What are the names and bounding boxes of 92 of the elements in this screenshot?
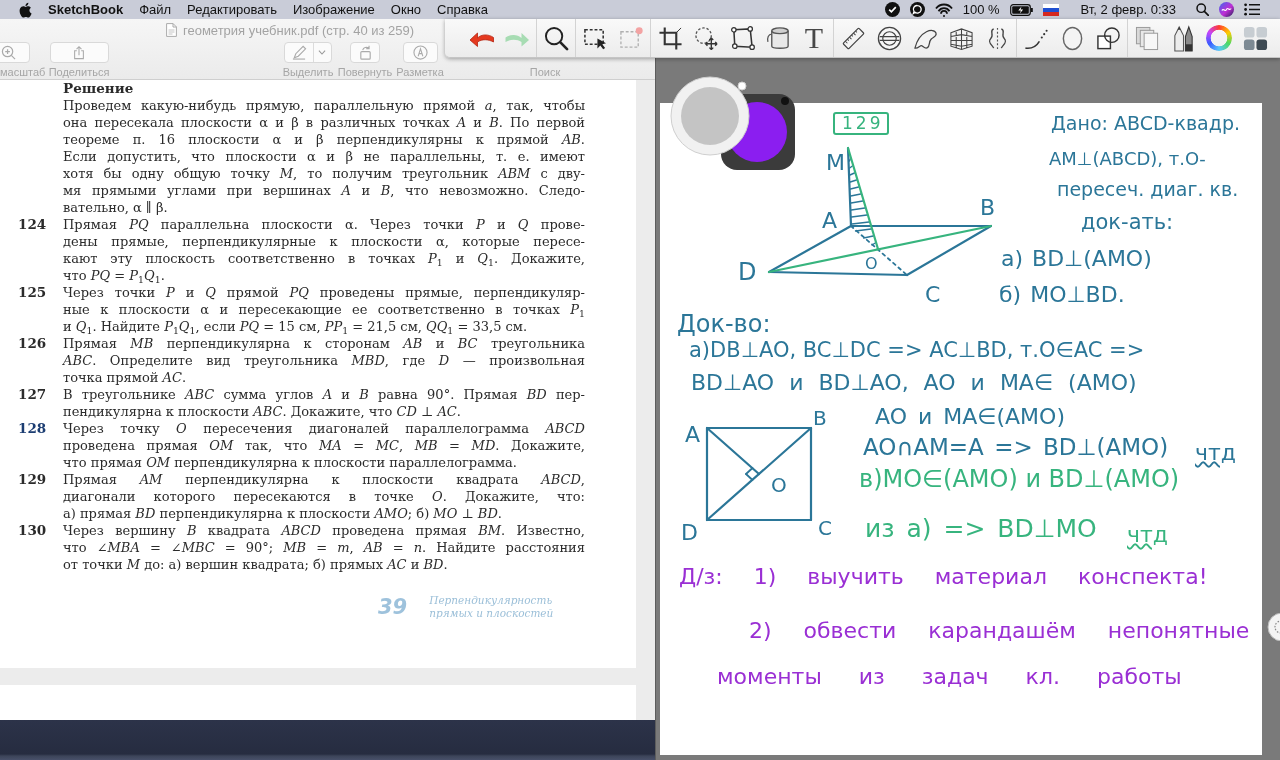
ellipse-guide-icon[interactable] (876, 25, 902, 51)
color-puck-icon[interactable] (670, 75, 795, 170)
problem-text: Через точку O пересечения диагоналей параллелограмма ABCD проведена прямая OM так, что MA = MC, MB = MD. Докажите, что прямая OM перпендикулярна к плоскости параллелограмма. (63, 420, 585, 471)
rotate-icon (357, 45, 373, 60)
menu-item[interactable]: Справка (437, 1, 489, 18)
toolbar-label: Поиск (529, 66, 561, 78)
text-tool[interactable]: T (804, 23, 824, 53)
handwritten-note: AM⊥(ABCD), т.О- (1049, 147, 1206, 171)
color-wheel-icon[interactable] (1206, 25, 1232, 51)
toolbar-label: масштаб (0, 66, 46, 78)
point-label: O (771, 473, 787, 497)
pen-circle-icon (412, 45, 428, 60)
list-icon[interactable] (1244, 3, 1260, 16)
handwritten-note: Док-во: (677, 309, 771, 340)
toolbar-label: Разметка (396, 66, 444, 78)
problem-text: В треугольнике ABC сумма углов A и B равна 90°. Прямая BD пер- пендикулярна к плоскости ABC. Докажите, что CD ⊥ AC. (63, 386, 585, 420)
page-number: 39 (378, 595, 408, 619)
handwritten-note: пересеч. диаг. кв. (1057, 177, 1239, 202)
handwritten-note: Дано: ABCD-квадр. (1051, 111, 1240, 136)
zoom-in-icon (0, 45, 16, 60)
toolbar-label: Выделить (282, 66, 334, 78)
battery-percentage: 100 % (962, 1, 1000, 18)
handwritten-note: чтд (1127, 521, 1169, 549)
paint-can-icon[interactable] (765, 25, 791, 51)
wifi-icon[interactable] (934, 2, 953, 17)
menu-item[interactable]: Файл (139, 1, 172, 18)
handwritten-note: а)DB⊥AO, BC⊥DC => AC⊥BD, т.O∈AC => (689, 337, 1145, 364)
caret-icon (317, 50, 326, 55)
problem-number: 128 (18, 420, 48, 438)
problem-text: Прямая MB перпендикулярна к сторонам AB и BC треугольника ABC. Определите вид треугольника MBD, где D — произвольная точка прямой AC. (63, 335, 585, 386)
section-heading: Решение (63, 80, 134, 97)
problem-text: Прямая AM перпендикулярна к плоскости квадрата ABCD, диагонали которого пересекаются в точке O. Докажите, что: а) прямая BD перпендикулярна к плоскости AMO; б) MO ⊥ BD. (63, 471, 585, 522)
point-label: A (685, 422, 701, 447)
share-icon (72, 45, 86, 60)
handwritten-note: док-ать: (1081, 209, 1174, 236)
handwritten-note: AO∩AM=A => BD⊥(AMO) (863, 433, 1169, 462)
handwritten-note: чтд (1195, 439, 1237, 467)
point-label: D (681, 520, 698, 545)
problem-number: 130 (18, 522, 48, 540)
problem-text: Прямая PQ параллельна плоскости α. Через точки P и Q прове- дены прямые, перпендикулярные к плоскости α, которые пересе- кают эту плоскость соответственно в точках P$_{1}$ и Q$_{1}$. Докажите, что PQ = P$_{1}$Q$_{1}$. (63, 216, 585, 284)
toolbar-label: Поделиться (48, 66, 110, 78)
menu-item[interactable]: Редактировать (187, 1, 277, 18)
problem-number-tag: 129 (833, 112, 890, 135)
problem-text: Через вершину B квадрата ABCD проведена прямая BM. Известно, что ∠MBA = ∠MBC = 90°; MB = m, AB = n. Найдите расстояния от точки M до: а) вершин квадрата; б) прямых AC и BD. (63, 522, 585, 573)
flag-icon[interactable] (1042, 3, 1059, 16)
document-icon (166, 23, 177, 37)
perspective-grid-icon[interactable] (948, 25, 974, 51)
handwritten-note: AO и MA∈(AMO) (875, 403, 1065, 431)
point-label: C (925, 282, 941, 307)
search-icon[interactable] (543, 25, 569, 51)
lasso-move-icon[interactable] (693, 25, 719, 51)
point-label: B (813, 406, 827, 430)
orb-icon[interactable] (1219, 2, 1234, 17)
point-label: A (822, 208, 838, 233)
pen-icon (290, 45, 307, 60)
problem-number: 127 (18, 386, 48, 404)
point-label: D (738, 258, 757, 286)
problem-number: 126 (18, 335, 48, 353)
apple-icon[interactable] (19, 1, 32, 18)
problem-number: 125 (18, 284, 48, 302)
menu-item[interactable]: Окно (390, 1, 422, 18)
handwritten-note: 2) обвести карандашём непонятные (749, 617, 1250, 645)
handwritten-note: в)MO∈(AMO) и BD⊥(AMO) (859, 464, 1180, 495)
solution-text: Проведем какую-нибудь прямую, параллельную прямой a, так, чтобы она пересекала плоскости α и β в различных точках A и B. По первой теореме п. 16 плоскости α и β перпендикулярны к прямой AB. Если допустить, что плоскости α и β не параллельны, т. е. имеют хотя бы одну общую точку M, то получим треугольник ABM с дву- мя прямыми углами при вершинах A и B, что невозможно. Следо- вательно, α ∥ β. (63, 97, 585, 216)
handwritten-note: б) MO⊥BD. (999, 281, 1125, 309)
handwritten-note: Д/з: 1) выучить материал конспекта! (679, 563, 1208, 591)
edge-handle-icon[interactable] (1266, 612, 1280, 642)
problem-number: 129 (18, 471, 48, 489)
transform-icon[interactable] (729, 25, 755, 51)
crop-icon[interactable] (657, 25, 683, 51)
menu-item[interactable]: Изображение (292, 1, 375, 18)
grid-squares-icon[interactable] (1242, 25, 1268, 51)
point-label: B (980, 195, 996, 220)
point-label: O (865, 254, 878, 273)
battery-icon[interactable] (1009, 3, 1033, 16)
point-label: C (818, 516, 832, 540)
toolbar-label: Повернуть (337, 66, 393, 78)
check-circle-icon[interactable] (884, 2, 900, 17)
handwritten-note: моменты из задач кл. работы (717, 663, 1182, 691)
search-icon[interactable] (1196, 3, 1209, 16)
shapes-icon[interactable] (1095, 25, 1121, 51)
point-label: M (826, 150, 845, 175)
handwritten-note: а) BD⊥(AMO) (1001, 245, 1152, 273)
handwritten-note: из а) => BD⊥MO (865, 513, 1097, 545)
problem-number: 124 (18, 216, 48, 234)
chat-bubble-icon[interactable] (909, 2, 925, 17)
menu-bar-clock[interactable]: Вт, 2 февр. 0:33 (1080, 1, 1176, 18)
problem-text: Через точки P и Q прямой PQ проведены прямые, перпендикуляр- ные к плоскости α и пересекающие ее соответственно в точках P$_{1}$ и Q$_{1}$. Найдите P$_{1}$Q$_{1}$, если PQ = 15 см, PP$_{1}$ = 21,5 см, QQ$_{1}$ = 33,5 см. (63, 284, 585, 335)
running-title: Перпендикулярность прямых и плоскостей (429, 594, 554, 620)
handwritten-note: BD⊥AO и BD⊥AO, AO и MA∈ (AMO) (691, 369, 1137, 397)
app-menu[interactable]: SketchBook (48, 1, 124, 18)
window-title: геометрия учебник.pdf (стр. 40 из 259) (183, 22, 415, 38)
